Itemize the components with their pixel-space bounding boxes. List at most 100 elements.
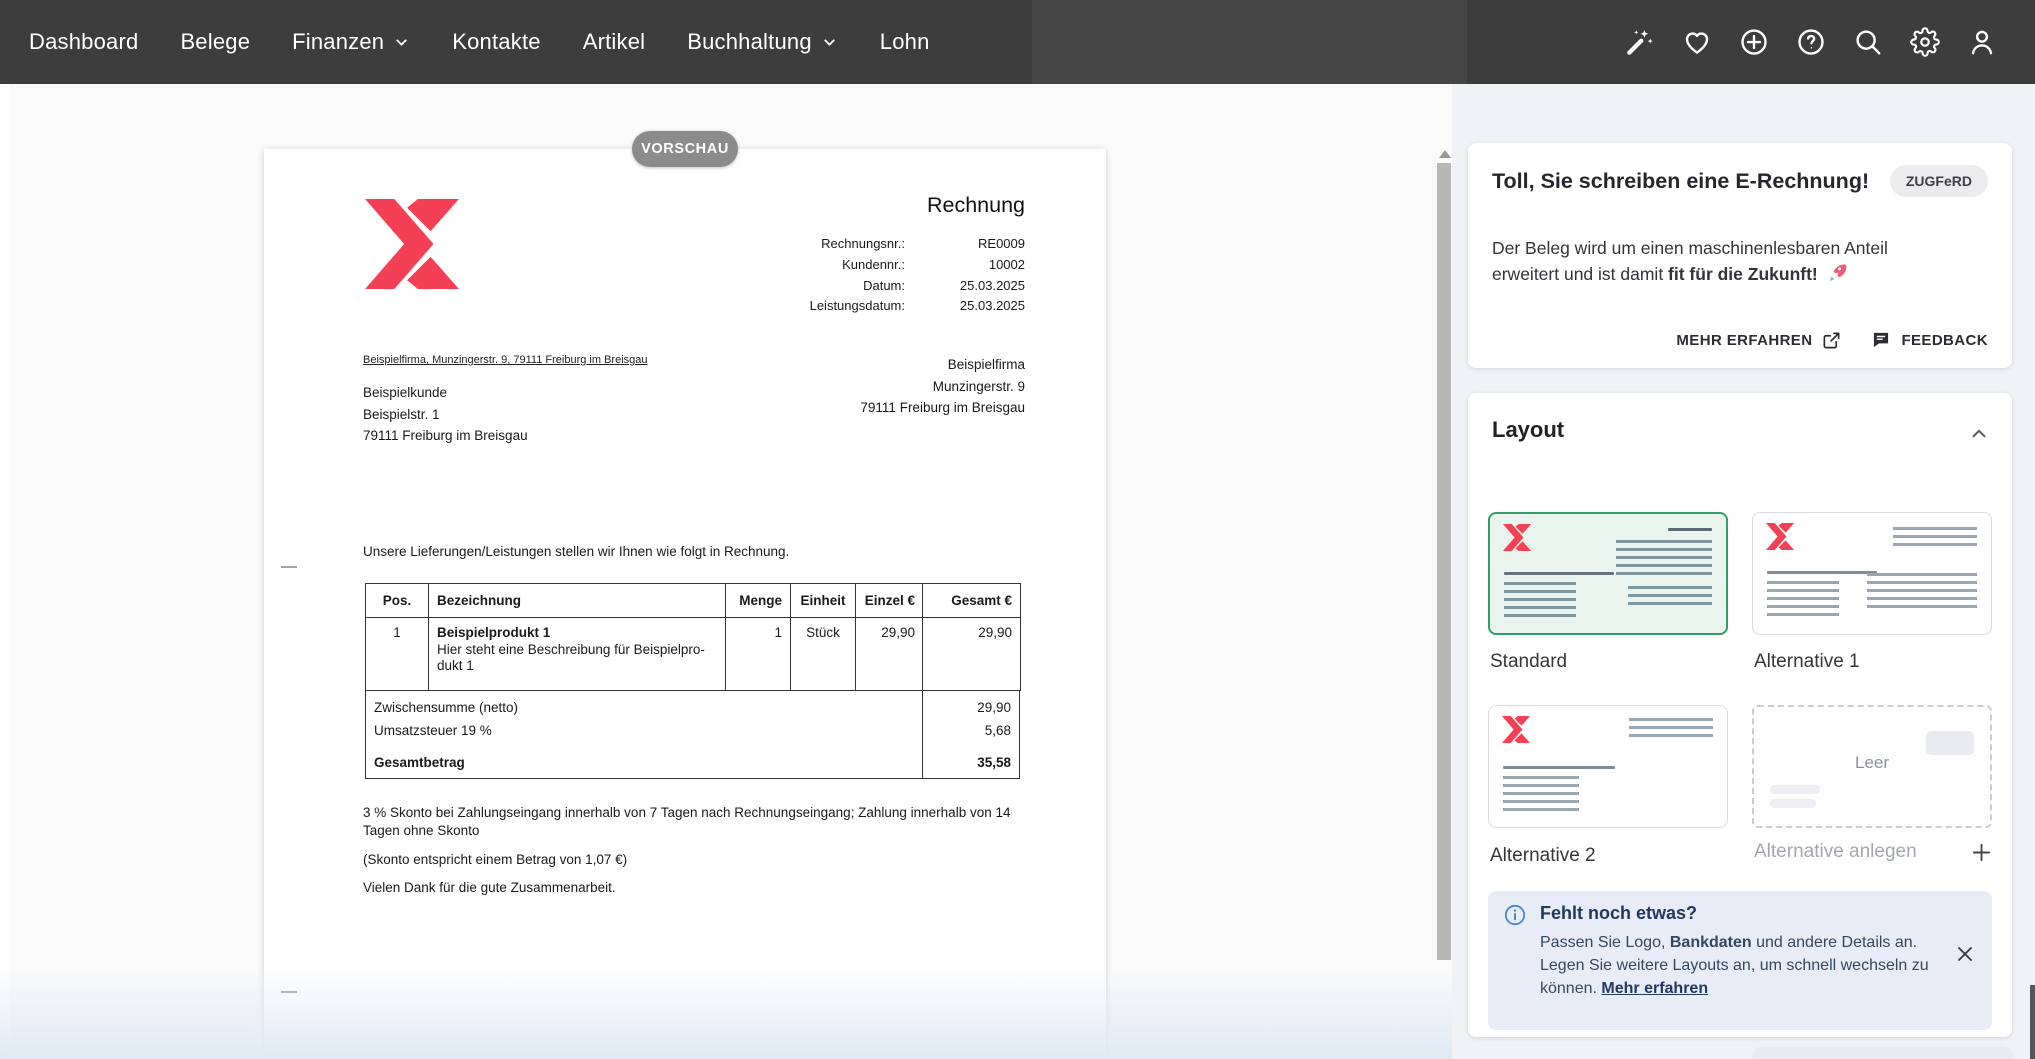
feedback-chat-icon <box>1871 330 1891 350</box>
e-invoice-body-bold: fit für die Zukunft! <box>1668 264 1818 284</box>
meta-value: 25.03.2025 <box>905 276 1025 297</box>
item-einheit: Stück <box>791 618 856 691</box>
meta-value: 25.03.2025 <box>905 296 1025 317</box>
col-header-gesamt: Gesamt € <box>923 584 1021 618</box>
nav-menu: Dashboard Belege Finanzen Kontakte Artik… <box>0 0 951 84</box>
preview-lines <box>1616 540 1712 576</box>
layout-option-create-alternative[interactable]: Leer <box>1752 705 1992 828</box>
feedback-link[interactable]: FEEDBACK <box>1871 330 1988 350</box>
preview-lines <box>1504 582 1576 618</box>
company-logo-x <box>363 199 461 289</box>
meta-label: Leistungsdatum: <box>810 296 905 317</box>
nav-label: Dashboard <box>29 29 138 55</box>
item-desc-line: dukt 1 <box>437 658 725 674</box>
item-desc: Hier steht eine Beschreibung für Beispie… <box>437 642 725 673</box>
totals-row-subtotal: Zwischensumme (netto) 29,90 <box>366 691 1019 720</box>
preview-lines <box>1503 776 1579 812</box>
company-address: Beispielfirma Munzingerstr. 9 79111 Frei… <box>860 354 1025 419</box>
rocket-icon <box>1827 263 1847 283</box>
preview-line <box>1767 571 1877 574</box>
col-header-menge: Menge <box>726 584 791 618</box>
leer-placeholder-bar <box>1770 799 1816 808</box>
hint-body-text: Passen Sie Logo, <box>1540 934 1670 951</box>
mehr-erfahren-label: MEHR ERFAHREN <box>1676 332 1812 349</box>
nav-item-kontakte[interactable]: Kontakte <box>431 0 561 84</box>
browser-scrollbar-fragment <box>2030 985 2035 1059</box>
plus-circle-icon[interactable] <box>1739 27 1769 57</box>
col-header-bezeichnung: Bezeichnung <box>429 584 726 618</box>
hint-mehr-erfahren-link[interactable]: Mehr erfahren <box>1601 980 1708 997</box>
totals-row-tax: Umsatzsteuer 19 % 5,68 <box>366 720 1019 746</box>
company-name: Beispielfirma <box>860 354 1025 376</box>
scrollbar-up-arrow[interactable] <box>1439 150 1451 158</box>
totals-label: Zwischensumme (netto) <box>366 691 922 720</box>
meta-row: Rechnungsnr.:RE0009 <box>810 234 1025 255</box>
sender-address-line: Beispielfirma, Munzingerstr. 9, 79111 Fr… <box>363 354 648 366</box>
mini-x-logo <box>1502 524 1532 551</box>
preview-lines <box>1628 586 1712 606</box>
meta-value: 10002 <box>905 255 1025 276</box>
create-alternative-label: Alternative anlegen <box>1754 841 1917 863</box>
preview-lines <box>1867 573 1977 609</box>
close-icon[interactable] <box>1954 943 1976 965</box>
top-navigation: Dashboard Belege Finanzen Kontakte Artik… <box>0 0 2035 84</box>
preview-badge: VORSCHAU <box>632 131 738 167</box>
leer-placeholder-bar <box>1770 785 1820 794</box>
chevron-down-icon <box>393 34 410 51</box>
nav-label: Belege <box>180 29 250 55</box>
layout-option-standard[interactable] <box>1488 512 1728 635</box>
meta-label: Rechnungsnr.: <box>821 234 905 255</box>
company-city: 79111 Freiburg im Breisgau <box>860 397 1025 419</box>
nav-label: Lohn <box>880 29 930 55</box>
meta-row: Datum:25.03.2025 <box>810 276 1025 297</box>
nav-item-finanzen[interactable]: Finanzen <box>271 0 431 84</box>
item-gesamt: 29,90 <box>923 618 1021 691</box>
recipient-name: Beispielkunde <box>363 382 528 404</box>
leer-label: Leer <box>1754 753 1990 773</box>
settings-gear-icon[interactable] <box>1910 27 1940 57</box>
chevron-up-icon[interactable] <box>1968 423 1990 445</box>
help-circle-icon[interactable] <box>1796 27 1826 57</box>
nav-item-dashboard[interactable]: Dashboard <box>8 0 159 84</box>
search-icon[interactable] <box>1853 27 1883 57</box>
invoice-totals: Zwischensumme (netto) 29,90 Umsatzsteuer… <box>365 690 1020 779</box>
preview-line <box>1504 572 1614 575</box>
layout-option-alternative-1[interactable] <box>1752 512 1992 635</box>
e-invoice-card: Toll, Sie schreiben eine E-Rechnung! ZUG… <box>1468 143 2012 368</box>
nav-item-artikel[interactable]: Artikel <box>562 0 667 84</box>
item-description-cell: Beispielprodukt 1 Hier steht eine Beschr… <box>429 618 726 691</box>
table-item-row: 1 Beispielprodukt 1 Hier steht eine Besc… <box>366 618 1021 691</box>
magic-wand-icon[interactable] <box>1625 27 1655 57</box>
hint-box: Fehlt noch etwas? Passen Sie Logo, Bankd… <box>1488 891 1992 1030</box>
meta-row: Kundennr.:10002 <box>810 255 1025 276</box>
leer-placeholder-blob <box>1926 731 1974 755</box>
recipient-address: Beispielkunde Beispielstr. 1 79111 Freib… <box>363 382 528 447</box>
create-alternative-button[interactable]: Alternative anlegen <box>1754 841 1992 863</box>
nav-item-buchhaltung[interactable]: Buchhaltung <box>666 0 859 84</box>
note-skonto: 3 % Skonto bei Zahlungseingang innerhalb… <box>363 804 1031 840</box>
nav-icon-bar <box>1625 27 1997 57</box>
totals-label: Umsatzsteuer 19 % <box>366 720 922 746</box>
totals-value: 29,90 <box>922 691 1019 720</box>
heart-icon[interactable] <box>1682 27 1712 57</box>
col-header-einheit: Einheit <box>791 584 856 618</box>
layout-option-alternative-2[interactable] <box>1488 705 1728 828</box>
note-skonto-amount: (Skonto entspricht einem Betrag von 1,07… <box>363 851 1031 869</box>
invoice-document: Rechnung Rechnungsnr.:RE0009 Kundennr.:1… <box>264 149 1106 1059</box>
meta-value: RE0009 <box>905 234 1025 255</box>
invoice-title: Rechnung <box>927 193 1025 218</box>
scrollbar-thumb[interactable] <box>1437 163 1451 960</box>
invoice-meta: Rechnungsnr.:RE0009 Kundennr.:10002 Datu… <box>810 234 1025 317</box>
col-header-einzel: Einzel € <box>856 584 923 618</box>
col-header-pos: Pos. <box>366 584 429 618</box>
nav-item-belege[interactable]: Belege <box>159 0 271 84</box>
user-account-icon[interactable] <box>1967 27 1997 57</box>
invoice-intro-line: Unsere Lieferungen/Leistungen stellen wi… <box>363 544 789 559</box>
layout-card: Layout Standard Alter <box>1468 393 2012 1037</box>
company-street: Munzingerstr. 9 <box>860 376 1025 398</box>
layout-label-standard: Standard <box>1490 651 1567 673</box>
mehr-erfahren-link[interactable]: MEHR ERFAHREN <box>1676 331 1841 350</box>
app-window: Dashboard Belege Finanzen Kontakte Artik… <box>0 0 2035 1059</box>
nav-item-lohn[interactable]: Lohn <box>859 0 951 84</box>
nav-highlight-band <box>1032 0 1467 84</box>
